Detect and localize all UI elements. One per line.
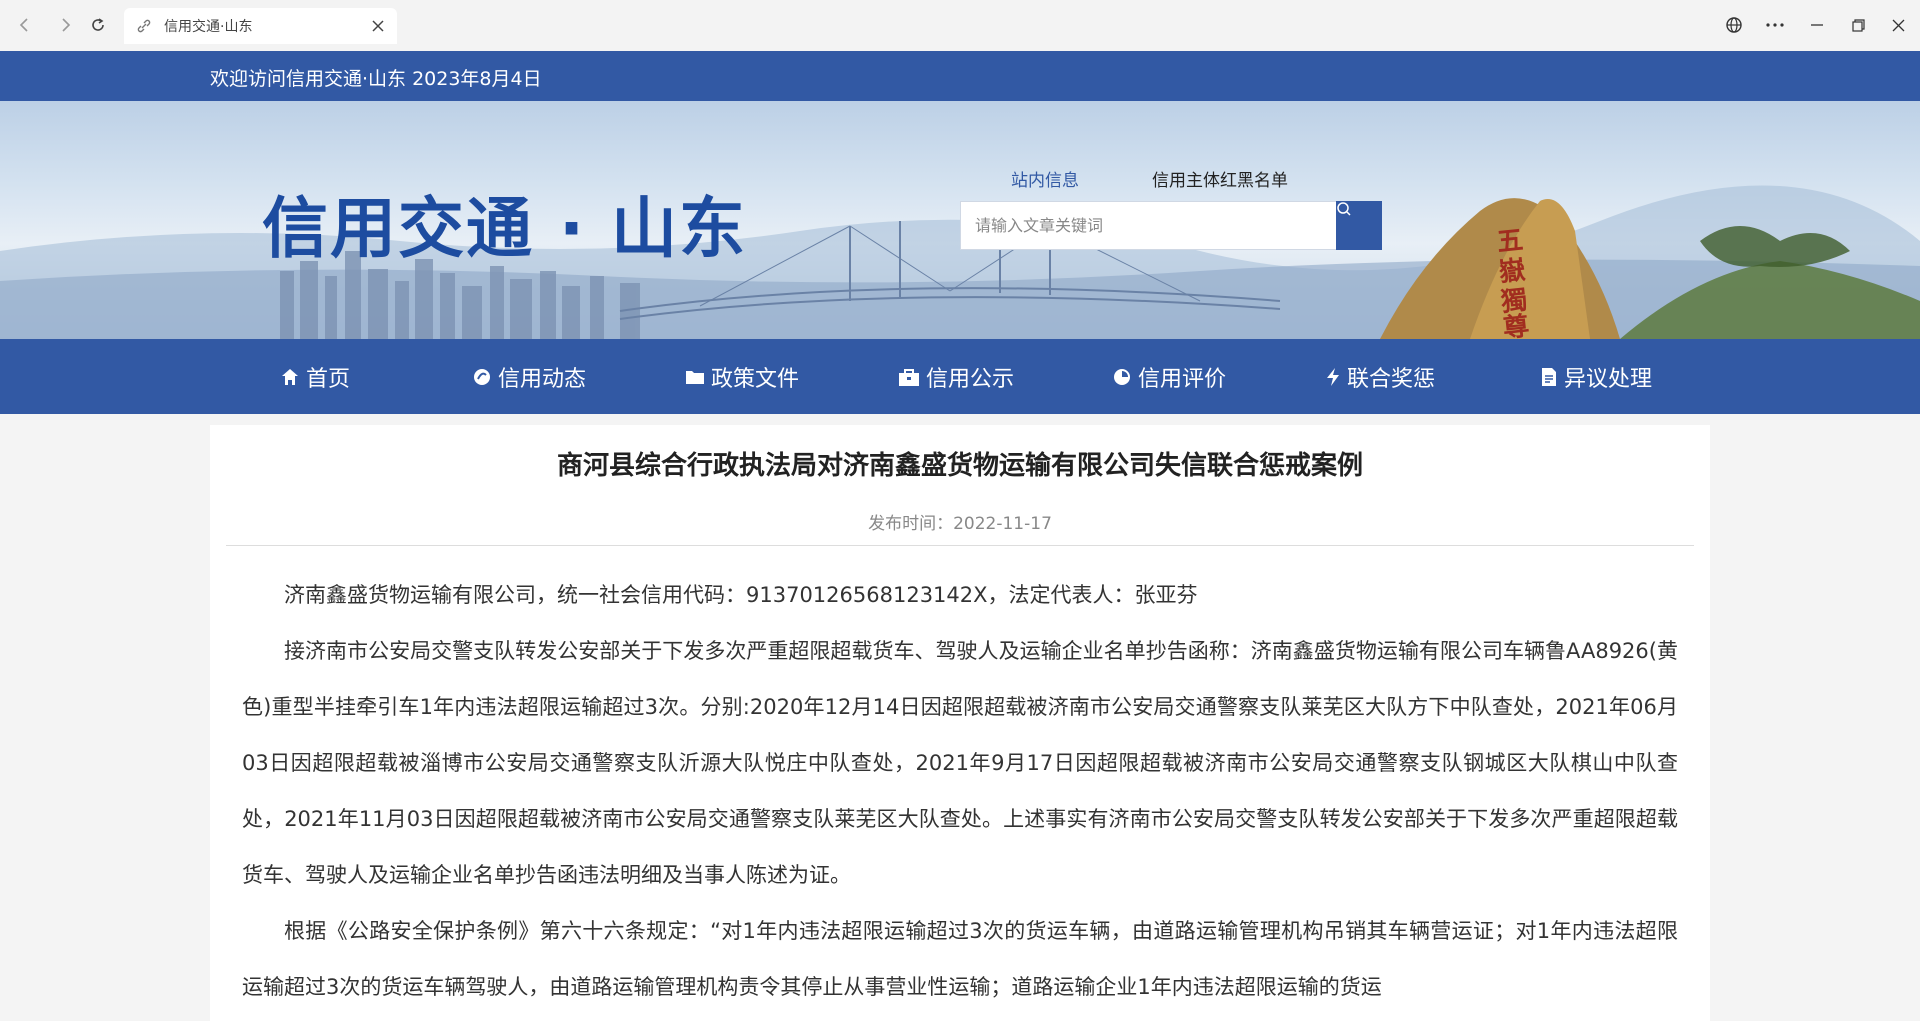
nav-item-joint-rewards-punishments[interactable]: 联合奖惩	[1325, 339, 1435, 414]
publish-label: 发布时间：	[868, 514, 954, 534]
welcome-text: 欢迎访问信用交通·山东 2023年8月4日	[210, 68, 542, 90]
article: 商河县综合行政执法局对济南鑫盛货物运输有限公司失信联合惩戒案例 发布时间：202…	[210, 425, 1710, 1021]
article-content: 济南鑫盛货物运输有限公司，统一社会信用代码：91370126568123142X…	[242, 567, 1678, 1015]
nav-label: 政策文件	[711, 366, 800, 392]
refresh-button[interactable]	[85, 12, 111, 38]
svg-text:嶽: 嶽	[1498, 255, 1527, 288]
title-divider	[226, 545, 1694, 546]
search-input[interactable]	[961, 202, 1336, 249]
site-logo[interactable]: 信用交通 · 山东	[262, 175, 747, 271]
close-window-button[interactable]	[1885, 12, 1911, 38]
nav-label: 联合奖惩	[1347, 366, 1436, 392]
nav-label: 信用评价	[1138, 366, 1227, 392]
article-paragraph: 接济南市公安局交警支队转发公安部关于下发多次严重超限超载货车、驾驶人及运输企业名…	[242, 639, 1678, 887]
svg-text:尊: 尊	[1501, 310, 1530, 339]
nav-item-credit-publicity[interactable]: 信用公示	[898, 339, 1014, 414]
search-box	[960, 201, 1382, 250]
nav-item-home[interactable]: 首页	[280, 339, 350, 414]
minimize-button[interactable]	[1804, 12, 1830, 38]
article-title: 商河县综合行政执法局对济南鑫盛货物运输有限公司失信联合惩戒案例	[556, 451, 1363, 481]
globe-icon	[1726, 17, 1742, 33]
nav-item-policy-documents[interactable]: 政策文件	[685, 339, 799, 414]
nav-label: 信用公示	[926, 366, 1015, 392]
document-edit-icon	[1542, 367, 1556, 386]
header-banner: 五 嶽 獨 尊 信用交通 · 山东 站内信息 信用主体红黑名单	[0, 101, 1920, 339]
close-window-icon	[1892, 19, 1904, 31]
refresh-icon	[92, 18, 104, 31]
nav-item-objection-handling[interactable]: 异议处理	[1540, 339, 1652, 414]
minimize-icon	[1811, 24, 1823, 26]
back-button[interactable]	[12, 12, 38, 38]
publish-info: 发布时间：2022-11-17	[210, 509, 1710, 534]
language-button[interactable]	[1721, 12, 1747, 38]
search-button[interactable]	[1336, 201, 1382, 250]
browser-chrome: 信用交通·山东	[0, 0, 1920, 51]
folder-icon	[686, 370, 704, 384]
briefcase-icon	[899, 368, 919, 386]
svg-text:五: 五	[1496, 225, 1525, 258]
back-arrow-icon	[19, 18, 28, 32]
nav-label: 异议处理	[1564, 366, 1653, 392]
publish-date: 2022-11-17	[953, 514, 1052, 534]
search-icon	[1337, 202, 1351, 216]
search-tab-site-info[interactable]: 站内信息	[1011, 166, 1079, 191]
nav-item-credit-news[interactable]: 信用动态	[472, 339, 586, 414]
more-menu-button[interactable]	[1762, 12, 1788, 38]
search-tab-red-black-list[interactable]: 信用主体红黑名单	[1152, 166, 1288, 191]
restore-button[interactable]	[1845, 12, 1871, 38]
home-icon	[282, 368, 298, 385]
news-icon	[474, 368, 490, 385]
browser-tab[interactable]: 信用交通·山东	[124, 8, 397, 44]
more-icon	[1766, 23, 1784, 27]
welcome-bar: 欢迎访问信用交通·山东 2023年8月4日	[0, 51, 1920, 101]
restore-icon	[1851, 18, 1865, 32]
nav-label: 信用动态	[498, 366, 587, 392]
article-paragraph: 根据《公路安全保护条例》第六十六条规定：“对1年内违法超限运输超过3次的货运车辆…	[242, 919, 1678, 999]
rating-icon	[1114, 368, 1130, 385]
lightning-icon	[1327, 367, 1339, 386]
forward-arrow-icon	[62, 18, 71, 32]
article-paragraph: 济南鑫盛货物运输有限公司，统一社会信用代码：91370126568123142X…	[284, 583, 1198, 607]
forward-button[interactable]	[52, 12, 78, 38]
close-icon[interactable]	[371, 19, 385, 33]
main-nav: 首页 信用动态 政策文件 信用公示 信用评价 联合奖惩 异议处理	[0, 339, 1920, 414]
tab-title: 信用交通·山东	[164, 19, 253, 35]
nav-item-credit-rating[interactable]: 信用评价	[1112, 339, 1226, 414]
nav-label: 首页	[306, 366, 351, 392]
link-icon	[137, 19, 151, 33]
